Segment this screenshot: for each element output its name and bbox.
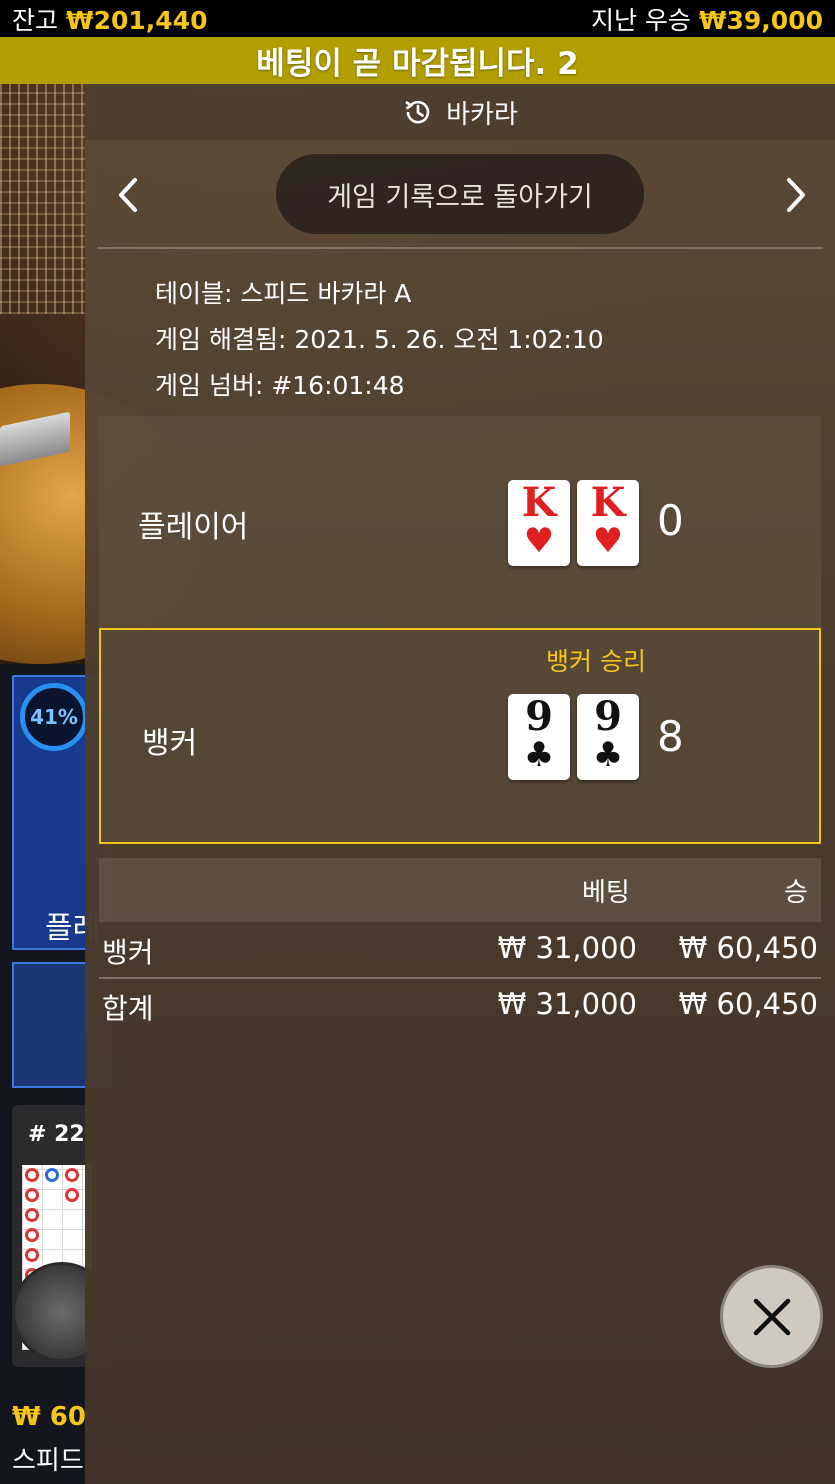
table-name: 스피드 — [12, 1446, 84, 1476]
road-dot — [45, 1168, 59, 1182]
history-title: 바카라 — [446, 99, 518, 130]
last-win-section: 지난 우승 ₩39,000 — [591, 1, 823, 37]
last-win-value: ₩39,000 — [698, 5, 823, 35]
last-win-label: 지난 우승 — [590, 5, 691, 35]
card-rank: 9 — [594, 693, 622, 740]
next-game-chevron-icon[interactable] — [775, 172, 815, 218]
heart-suit-icon: ♥ — [592, 521, 624, 561]
previous-game-chevron-icon[interactable] — [109, 172, 149, 218]
header-divider — [97, 247, 823, 249]
card-rank: K — [590, 479, 626, 526]
total-row-label: 합계 — [102, 992, 154, 1025]
banker-score: 8 — [657, 712, 684, 761]
status-bar: 잔고 ₩201,440 지난 우승 ₩39,000 — [0, 0, 835, 37]
close-history-button[interactable] — [720, 1265, 823, 1368]
road-dot — [65, 1188, 79, 1202]
bet-percent-ring: 41% — [20, 683, 88, 751]
player-hand-label: 플레이어 — [138, 510, 249, 545]
playing-card: K ♥ — [508, 480, 570, 566]
banker-win-label: 뱅커 승리 — [546, 647, 646, 676]
round-number: # 22 — [28, 1122, 85, 1147]
win-column-header: 승 — [784, 878, 808, 908]
player-score: 0 — [657, 496, 684, 545]
total-divider — [99, 977, 821, 979]
bet-row-label: 뱅커 — [102, 936, 154, 969]
bet-percent: 41% — [30, 705, 78, 729]
playing-card: K ♥ — [577, 480, 639, 566]
club-suit-icon: ♣ — [523, 735, 555, 775]
card-rank: K — [521, 479, 557, 526]
resolved-time-info: 게임 해결됨: 2021. 5. 26. 오전 1:02:10 — [155, 325, 604, 354]
table-info: 테이블: 스피드 바카라 A — [155, 279, 412, 308]
road-dot — [65, 1168, 79, 1182]
playing-card: 9 ♣ — [577, 694, 639, 780]
bet-row-win: ₩ 60,450 — [678, 931, 818, 965]
bets-table-header: 베팅 승 — [99, 858, 821, 922]
road-dot — [25, 1168, 39, 1182]
total-bet-amount: ₩ 31,000 — [497, 987, 637, 1021]
table-balance: ₩ 60 — [12, 1402, 86, 1432]
close-icon — [753, 1298, 790, 1335]
balance-value: ₩201,440 — [66, 5, 208, 35]
history-navigation: 게임 기록으로 돌아가기 — [85, 154, 835, 236]
game-number-info: 게임 넘버: #16:01:48 — [155, 371, 405, 400]
chandelier-lights — [0, 84, 90, 314]
history-clock-icon — [405, 100, 430, 124]
total-win-amount: ₩ 60,450 — [678, 987, 818, 1021]
balance-label: 잔고 — [12, 5, 59, 35]
card-rank: 9 — [525, 693, 553, 740]
countdown-text: 베팅이 곧 마감됩니다. 2 — [256, 46, 579, 82]
player-hand-row: 플레이어 K ♥ K ♥ 0 — [99, 416, 821, 628]
betting-countdown-banner: 베팅이 곧 마감됩니다. 2 — [0, 37, 835, 84]
back-to-history-button[interactable]: 게임 기록으로 돌아가기 — [276, 154, 644, 234]
bet-row-amount: ₩ 31,000 — [497, 931, 637, 965]
balance-section: 잔고 ₩201,440 — [12, 1, 207, 37]
history-header: 바카라 — [85, 84, 835, 140]
bet-column-header: 베팅 — [582, 878, 630, 908]
heart-suit-icon: ♥ — [523, 521, 555, 561]
road-dot — [25, 1188, 39, 1202]
road-dot — [25, 1228, 39, 1242]
club-suit-icon: ♣ — [592, 735, 624, 775]
playing-card: 9 ♣ — [508, 694, 570, 780]
banker-hand-row: 뱅커 승리 뱅커 9 ♣ 9 ♣ 8 — [99, 628, 821, 844]
banker-hand-label: 뱅커 — [142, 726, 198, 761]
road-dot — [25, 1248, 39, 1262]
road-dot — [25, 1208, 39, 1222]
game-history-panel: 바카라 게임 기록으로 돌아가기 테이블: 스피드 바카라 A 게임 해결됨: … — [85, 84, 835, 1484]
